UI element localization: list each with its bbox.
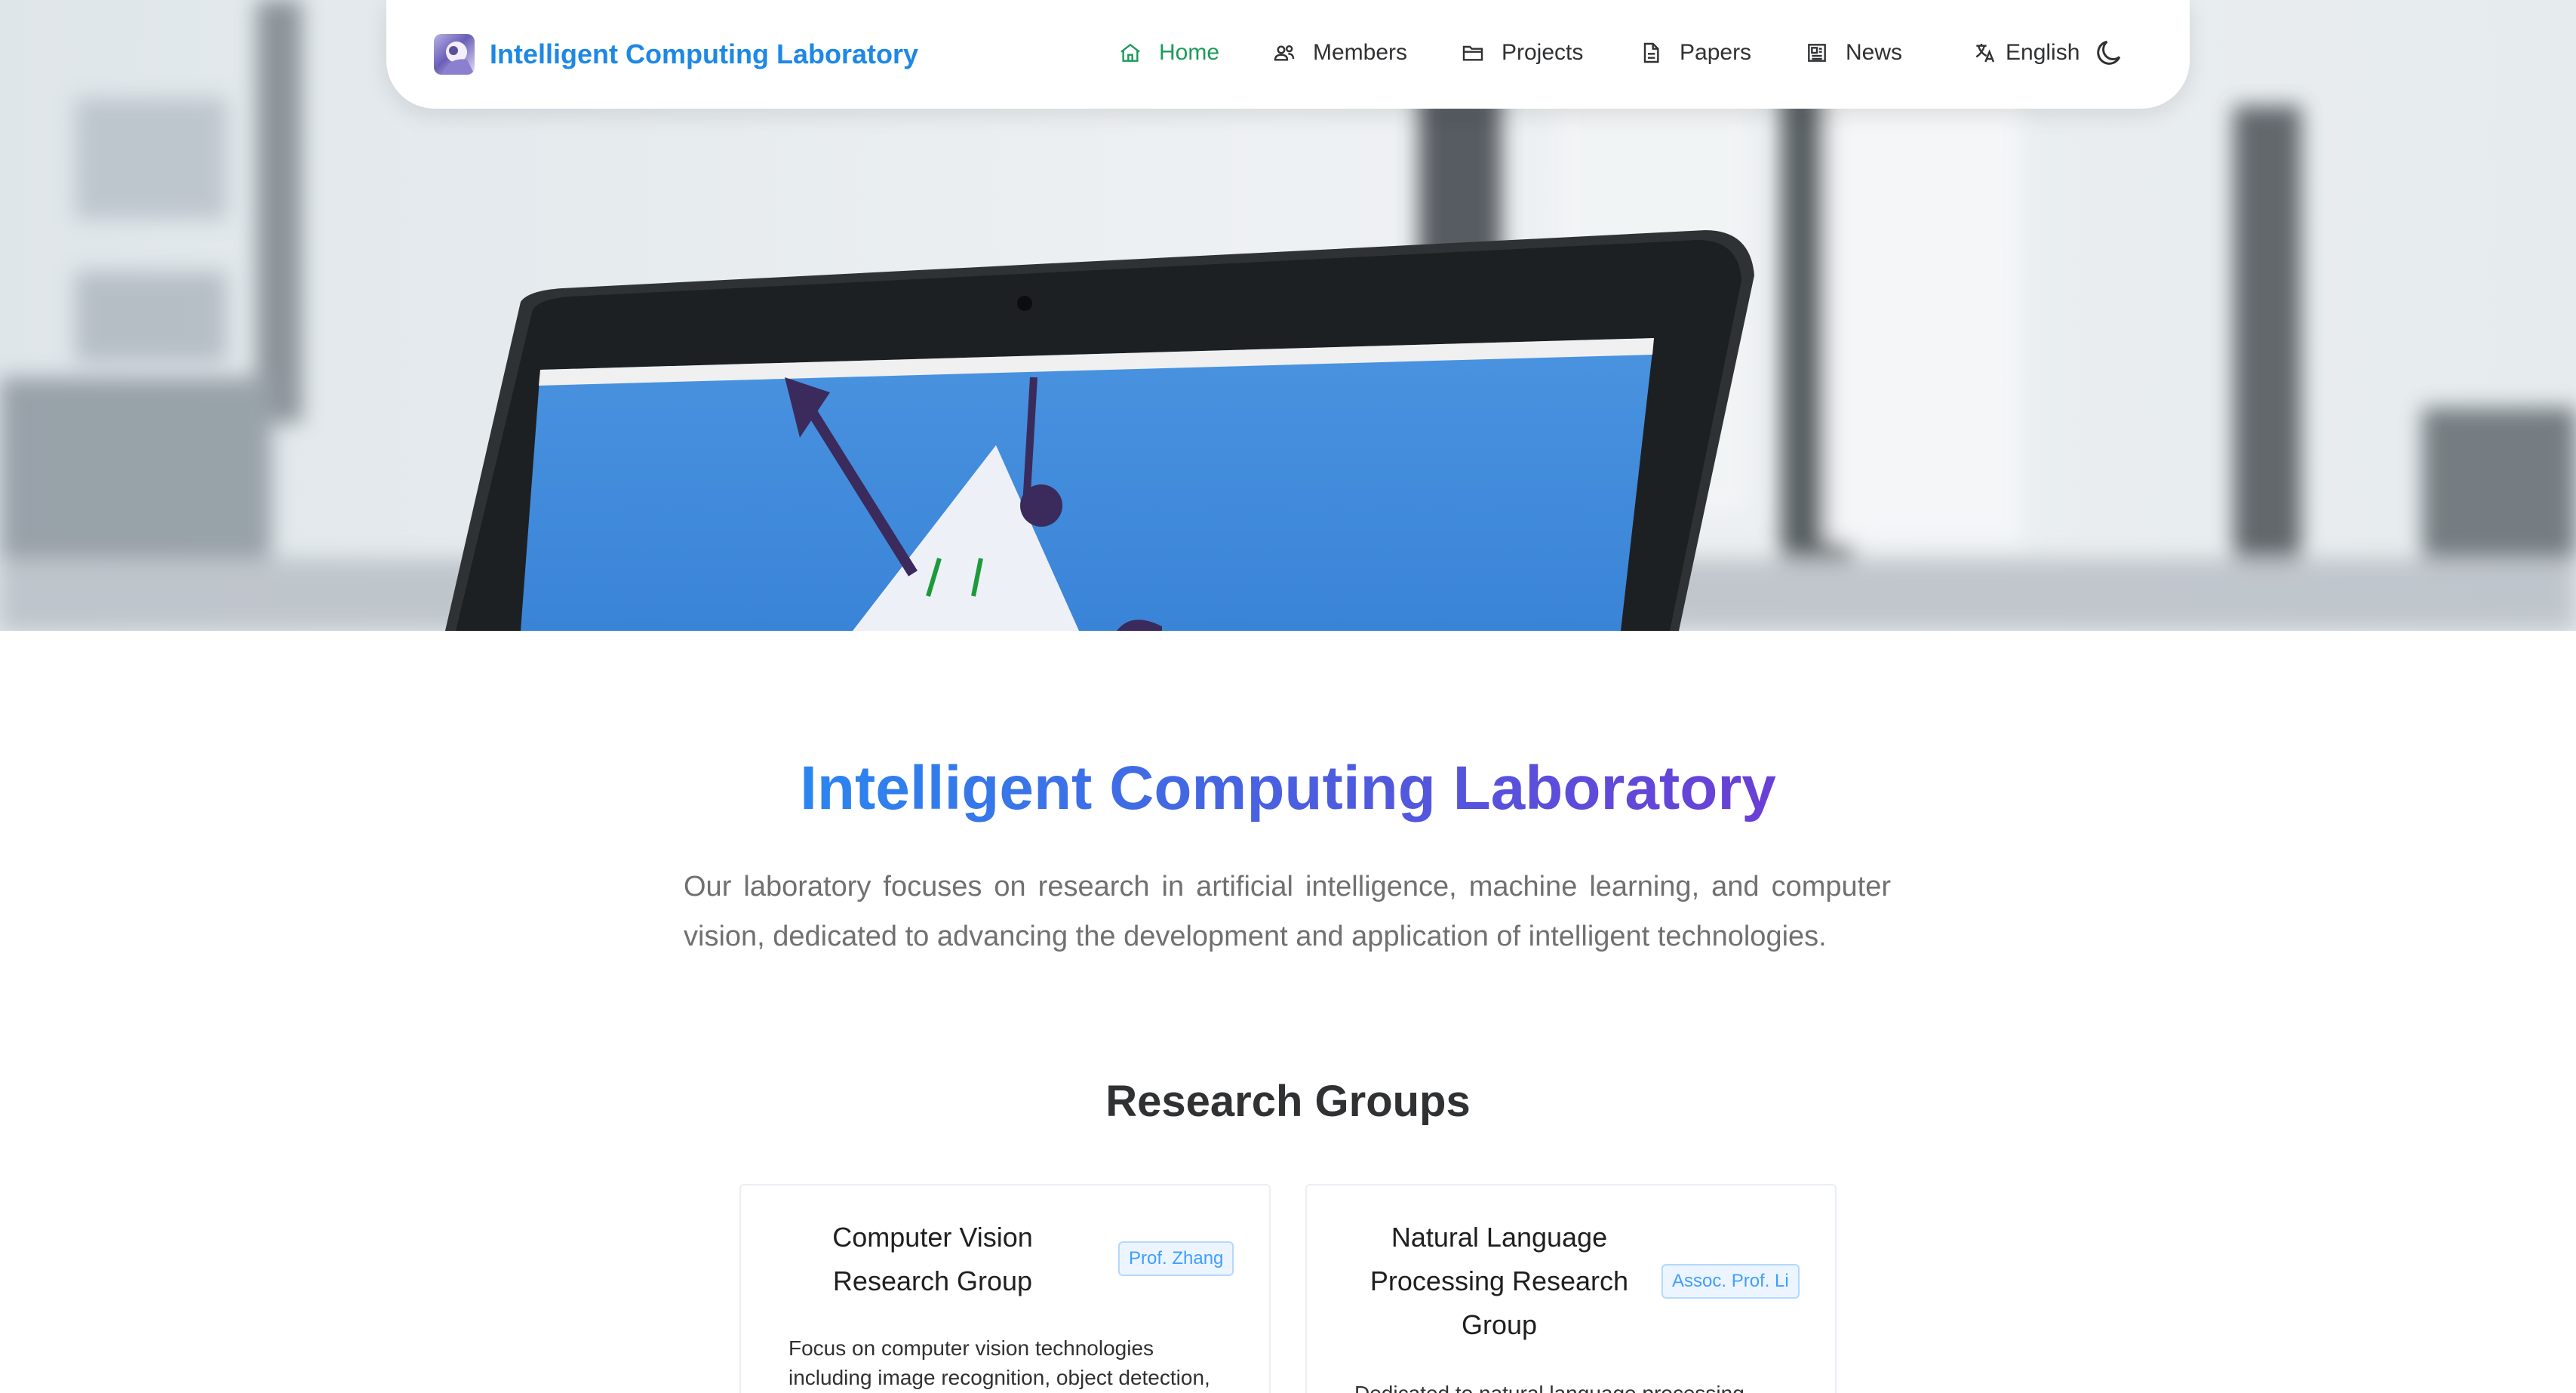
top-navbar: Intelligent Computing Laboratory Home Me…: [386, 0, 2190, 109]
group-leader-tag: Assoc. Prof. Li: [1661, 1264, 1800, 1299]
nav-item-label: Papers: [1680, 40, 1752, 65]
language-selector[interactable]: English: [1972, 33, 2080, 72]
moon-icon: [2097, 40, 2121, 65]
theme-toggle-button[interactable]: [2093, 36, 2126, 69]
document-icon: [1643, 42, 1659, 63]
page-title: Intelligent Computing Laboratory: [800, 754, 1776, 823]
group-description: Focus on computer vision technologies in…: [788, 1336, 1210, 1389]
group-description: Dedicated to natural language processing: [1354, 1379, 1807, 1393]
nav-item-news[interactable]: News: [1805, 33, 1902, 72]
group-name: Natural Language Processing Research Gro…: [1369, 1222, 1629, 1340]
research-group-card[interactable]: Computer Vision Research Group Prof. Zha…: [739, 1184, 1271, 1393]
members-icon: [1274, 45, 1295, 61]
lab-logo: [434, 34, 475, 75]
group-name: Computer Vision Research Group: [832, 1222, 1033, 1296]
nav-item-label: Projects: [1502, 40, 1584, 65]
nav-item-label: Members: [1313, 40, 1408, 65]
translate-icon: [1975, 44, 1995, 63]
nav-item-label: Home: [1159, 40, 1220, 65]
nav-item-home[interactable]: Home: [1118, 33, 1219, 72]
nav-item-projects[interactable]: Projects: [1461, 33, 1583, 72]
nav-item-members[interactable]: Members: [1272, 33, 1407, 72]
lab-description: Our laboratory focuses on research in ar…: [684, 871, 1891, 952]
group-leader-tag: Prof. Zhang: [1118, 1241, 1234, 1276]
folder-icon: [1462, 45, 1483, 61]
nav-item-label: News: [1846, 40, 1903, 65]
section-title-research-groups: Research Groups: [1105, 1077, 1471, 1126]
research-group-card[interactable]: Natural Language Processing Research Gro…: [1305, 1184, 1837, 1393]
home-icon: [1120, 43, 1140, 62]
nav-item-papers[interactable]: Papers: [1639, 33, 1751, 72]
brand[interactable]: Intelligent Computing Laboratory: [434, 32, 918, 76]
newspaper-icon: [1808, 44, 1826, 62]
language-label: English: [2006, 40, 2080, 65]
brand-title: Intelligent Computing Laboratory: [490, 38, 918, 69]
